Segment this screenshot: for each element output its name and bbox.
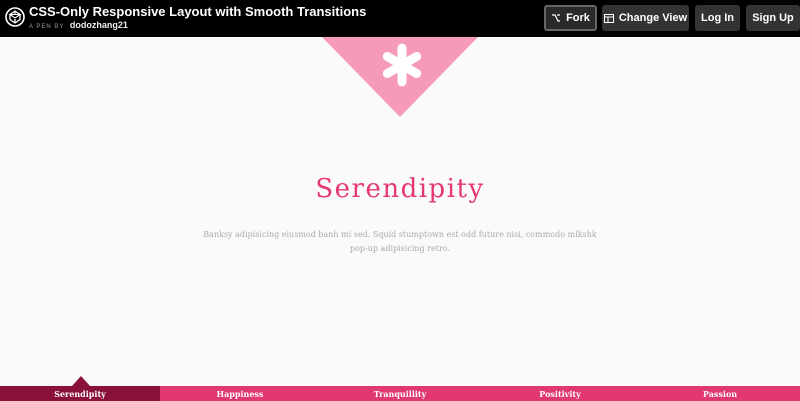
fork-button[interactable]: Fork [544,5,597,31]
nav-item-label: Positivity [539,388,581,399]
layout-icon [603,13,614,23]
pen-title: CSS-Only Responsive Layout with Smooth T… [29,4,367,19]
nav-item-tranquillity[interactable]: Tranquillity [320,386,480,401]
author-link[interactable]: dodozhang21 [70,20,128,30]
nav-item-serendipity[interactable]: Serendipity [0,386,160,401]
bottom-nav: Serendipity Happiness Tranquillity Posit… [0,386,800,401]
section-heading: Serendipity [315,174,485,204]
active-tab-pointer [72,376,90,386]
fork-icon [552,14,561,22]
nav-item-label: Passion [702,388,738,399]
pen-by-label: A PEN BY [29,24,65,30]
fork-label: Fork [566,12,590,24]
change-view-button[interactable]: Change View [602,5,689,31]
nav-item-label: Serendipity [54,388,106,399]
signup-label: Sign Up [752,12,794,24]
nav-item-passion[interactable]: Passion [640,386,800,401]
change-view-label: Change View [618,12,688,24]
nav-item-happiness[interactable]: Happiness [160,386,320,401]
codepen-header: CSS-Only Responsive Layout with Smooth T… [0,0,800,37]
login-label: Log In [701,12,734,24]
pen-byline: A PEN BY dodozhang21 [29,20,128,30]
nav-item-label: Happiness [216,388,264,399]
login-button[interactable]: Log In [695,5,740,31]
codepen-logo-icon[interactable] [5,7,25,27]
nav-item-label: Tranquillity [373,388,427,399]
asterisk-icon [382,43,422,87]
nav-item-positivity[interactable]: Positivity [480,386,640,401]
section-body-text: Banksy adipisicing eiusmod banh mi sed. … [203,230,597,253]
signup-button[interactable]: Sign Up [746,5,800,31]
